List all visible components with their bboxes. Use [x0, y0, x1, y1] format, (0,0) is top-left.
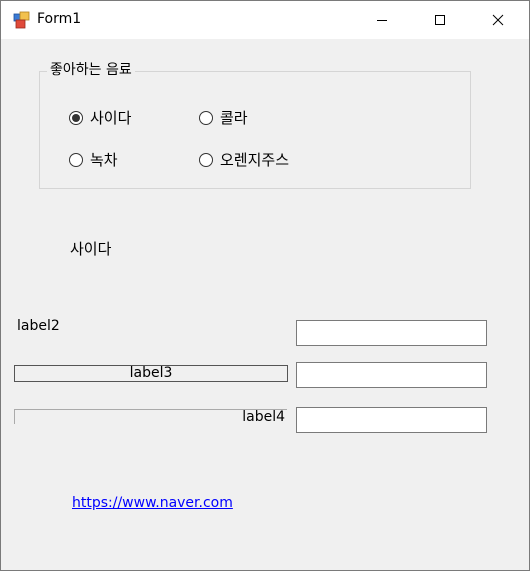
label3: label3	[14, 365, 288, 382]
window-title: Form1	[37, 11, 82, 27]
radio-option-2[interactable]: 콜라	[199, 107, 248, 128]
selected-drink-label: 사이다	[70, 240, 112, 258]
radio-button[interactable]	[69, 152, 83, 167]
textbox-3[interactable]	[296, 407, 487, 433]
radio-option-1[interactable]: 사이다	[69, 107, 131, 128]
label2: label2	[17, 318, 60, 334]
maximize-icon	[435, 15, 445, 25]
close-button[interactable]	[469, 1, 527, 39]
form1-window: Form1 좋아하는 음료 사이다 콜라 녹차 오렌지주스 사이다 label2…	[0, 0, 530, 571]
winforms-app-icon	[13, 11, 31, 29]
radio-label: 사이다	[90, 109, 132, 127]
maximize-button[interactable]	[411, 1, 469, 39]
textbox-1[interactable]	[296, 320, 487, 346]
minimize-icon	[377, 20, 387, 21]
radio-button[interactable]	[199, 110, 213, 125]
radio-label: 오렌지주스	[220, 151, 290, 169]
drink-groupbox	[39, 71, 471, 189]
radio-button-checked[interactable]	[69, 110, 83, 125]
radio-option-3[interactable]: 녹차	[69, 149, 118, 170]
radio-label: 녹차	[90, 151, 118, 169]
minimize-button[interactable]	[353, 1, 411, 39]
label4: label4	[14, 409, 287, 425]
radio-label: 콜라	[220, 109, 248, 127]
radio-option-4[interactable]: 오렌지주스	[199, 149, 289, 170]
groupbox-caption: 좋아하는 음료	[47, 59, 135, 79]
close-icon	[492, 14, 504, 26]
textbox-2[interactable]	[296, 362, 487, 388]
radio-button[interactable]	[199, 152, 213, 167]
naver-link[interactable]: https://www.naver.com	[72, 495, 233, 511]
title-bar[interactable]: Form1	[1, 1, 529, 39]
